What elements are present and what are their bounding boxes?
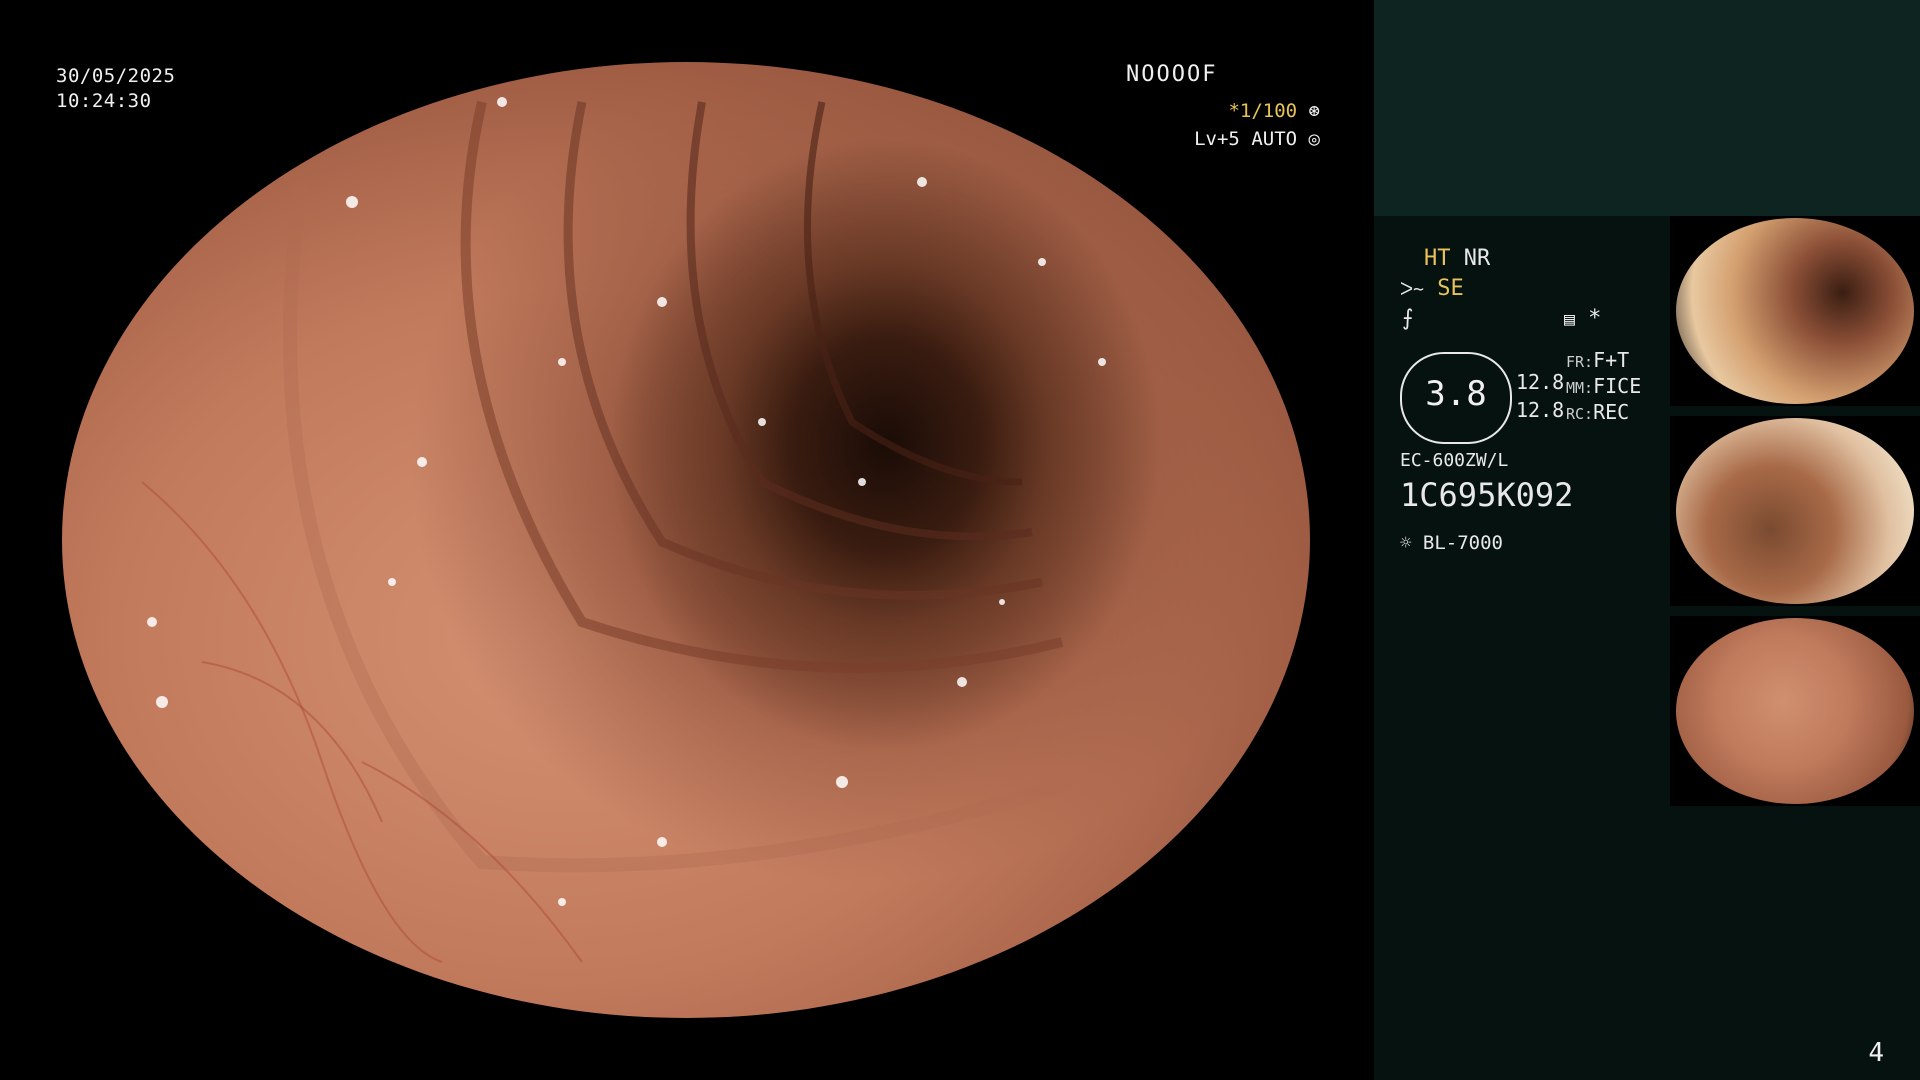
fr-label: FR: [1566, 353, 1594, 371]
shutter-speed: *1/100 ⊛ [1180, 100, 1320, 122]
mm-line: MM:FICE [1566, 374, 1641, 398]
rc-line: RC:REC [1566, 400, 1629, 424]
light-source-line: ☼ BL-7000 [1400, 532, 1503, 554]
thumbnail-3-image [1676, 618, 1914, 804]
value-a: 12.8 [1516, 370, 1565, 394]
thumbnail-2-image [1676, 418, 1914, 604]
rc-value: REC [1593, 400, 1630, 424]
time-text: 10:24:30 [56, 90, 152, 112]
endoscopy-view [62, 62, 1310, 1018]
gauge-value: 3.8 [1425, 374, 1487, 414]
enhancement-icon: ⨍ [1402, 306, 1414, 331]
light-source-text: BL-7000 [1422, 532, 1503, 554]
value-b: 12.8 [1516, 398, 1565, 422]
patient-id: NOOOOF [1126, 62, 1218, 87]
nr-label: NR [1463, 246, 1491, 271]
datetime-block: 30/05/2025 10:24:30 [56, 64, 175, 114]
fr-line: FR:F+T [1566, 348, 1629, 372]
panel-header-area [1374, 0, 1920, 216]
thumbnail-2[interactable] [1670, 416, 1920, 606]
mm-label: MM: [1566, 379, 1594, 397]
iris-icon: ◎ [1308, 128, 1320, 150]
se-line: ᐳ~ SE [1400, 276, 1464, 301]
mm-value: FICE [1593, 374, 1642, 398]
light-source-icon: ☼ [1400, 532, 1412, 554]
iris-text: AUTO [1251, 128, 1298, 150]
ht-nr-line: HT NR [1424, 246, 1490, 271]
shutter-text: *1/100 [1228, 100, 1298, 122]
rc-label: RC: [1566, 405, 1594, 423]
date-text: 30/05/2025 [56, 65, 176, 87]
se-label: SE [1437, 276, 1464, 301]
scope-serial: 1C695K092 [1400, 476, 1574, 514]
structure-icon: ᐳ~ [1400, 279, 1424, 300]
record-icon: ▤ [1564, 309, 1575, 330]
level-text: Lv+5 [1194, 128, 1240, 150]
fr-value: F+T [1593, 348, 1630, 372]
zoom-gauge: 3.8 [1400, 352, 1512, 444]
thumbnail-3[interactable] [1670, 616, 1920, 806]
colon-lumen-image [141, 97, 1106, 963]
shutter-icon: ⊛ [1308, 100, 1320, 122]
page-number: 4 [1868, 1038, 1884, 1068]
record-icon-line: ▤ * [1564, 306, 1601, 331]
ht-label: HT [1424, 246, 1451, 271]
asterisk-mark: * [1588, 306, 1602, 331]
scope-model: EC-600ZW/L [1400, 450, 1509, 471]
thumbnail-1[interactable] [1670, 216, 1920, 406]
thumbnail-1-image [1676, 218, 1914, 404]
level-iris: Lv+5 AUTO ◎ [1160, 128, 1320, 150]
